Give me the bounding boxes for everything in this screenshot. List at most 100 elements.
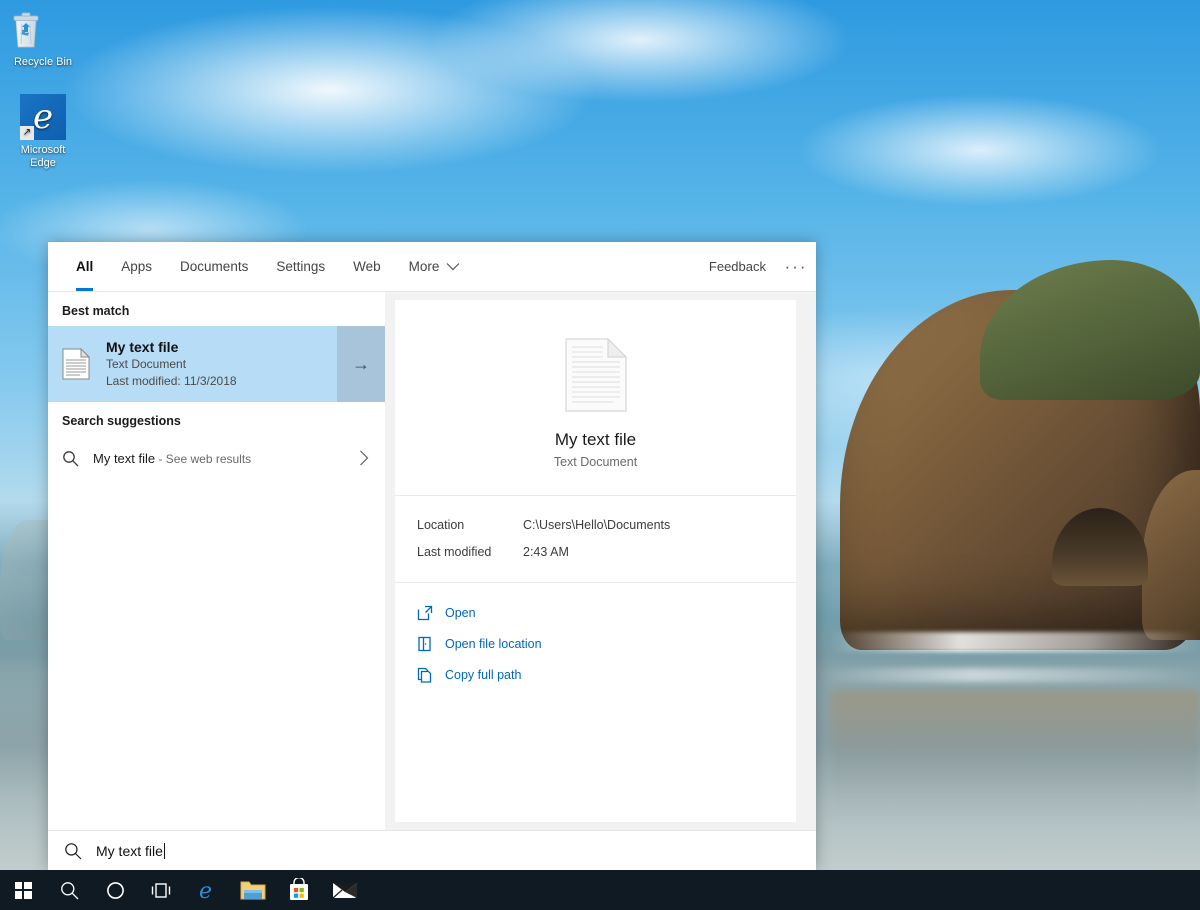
tab-documents[interactable]: Documents [166, 242, 262, 291]
tab-more[interactable]: More [395, 242, 475, 291]
metadata-label: Location [417, 512, 523, 539]
edge-icon: e [195, 878, 219, 902]
taskbar[interactable]: e [0, 870, 1200, 910]
shortcut-arrow-icon: ↗ [20, 126, 34, 140]
desktop-icon-label: Recycle Bin [14, 56, 72, 68]
best-match-text: My text file Text Document Last modified… [106, 338, 237, 390]
search-input-value: My text file [96, 843, 163, 859]
search-tab-bar: All Apps Documents Settings Web More [48, 242, 816, 292]
desktop-icon-recycle-bin[interactable]: Recycle Bin [4, 8, 82, 69]
search-panel[interactable]: All Apps Documents Settings Web More [48, 242, 816, 870]
text-caret [164, 843, 165, 859]
search-icon [60, 881, 79, 900]
windows-logo-icon [15, 882, 32, 899]
cortana-button[interactable] [92, 870, 138, 910]
edge-icon: e ↗ [4, 94, 82, 140]
best-match-subtitle: Text Document [106, 356, 237, 373]
tab-settings[interactable]: Settings [262, 242, 339, 291]
tab-bar-spacer [474, 242, 699, 291]
search-suggestion-item[interactable]: My text file - See web results [48, 436, 385, 480]
action-label: Copy full path [445, 668, 521, 682]
feedback-button[interactable]: Feedback [699, 242, 776, 291]
tab-label: Settings [276, 259, 325, 274]
tab-web[interactable]: Web [339, 242, 395, 291]
desktop-icon-microsoft-edge[interactable]: e ↗ Microsoft Edge [4, 94, 82, 170]
metadata-label: Last modified [417, 539, 523, 566]
chevron-down-icon [446, 262, 460, 271]
desktop-icon-label-line2: Edge [30, 157, 56, 169]
cortana-circle-icon [106, 881, 125, 900]
search-input[interactable]: My text file [96, 843, 165, 859]
wallpaper-rock-vegetation [980, 260, 1200, 400]
task-view-icon [150, 881, 172, 900]
open-external-icon [417, 605, 445, 621]
microsoft-store-icon [288, 878, 310, 902]
best-match-content[interactable]: My text file Text Document Last modified… [48, 326, 337, 402]
wallpaper-reflection [830, 690, 1200, 820]
wallpaper-rock-formation [840, 290, 1200, 650]
tab-label: Documents [180, 259, 248, 274]
metadata-row-location: Location C:\Users\Hello\Documents [417, 512, 774, 539]
tab-label: Web [353, 259, 381, 274]
action-label: Open [445, 606, 476, 620]
search-suggestion-text: My text file - See web results [93, 451, 359, 466]
file-explorer-icon [240, 879, 266, 901]
metadata-value: C:\Users\Hello\Documents [523, 512, 670, 539]
mail-icon [332, 880, 358, 900]
best-match-modified-date: Last modified: 11/3/2018 [106, 373, 237, 390]
action-label: Open file location [445, 637, 542, 651]
large-text-document-icon [395, 338, 796, 412]
taskbar-search-button[interactable] [46, 870, 92, 910]
tab-label: More [409, 259, 440, 274]
edge-taskbar-button[interactable]: e [184, 870, 230, 910]
preview-file-title: My text file [395, 430, 796, 450]
feedback-label: Feedback [709, 259, 766, 274]
file-explorer-taskbar-button[interactable] [230, 870, 276, 910]
chevron-right-icon [359, 450, 375, 466]
wallpaper-surf-line-2 [820, 668, 1200, 682]
search-icon [62, 450, 79, 467]
metadata-value: 2:43 AM [523, 539, 569, 566]
open-action[interactable]: Open [417, 597, 774, 628]
best-match-result-row[interactable]: My text file Text Document Last modified… [48, 326, 385, 402]
search-input-bar[interactable]: My text file [48, 830, 816, 870]
mail-taskbar-button[interactable] [322, 870, 368, 910]
best-match-expand-button[interactable]: → [337, 326, 385, 402]
copy-icon [417, 667, 445, 683]
overflow-menu-button[interactable]: ··· [776, 242, 816, 291]
svg-text:e: e [199, 879, 212, 902]
desktop[interactable]: Recycle Bin e ↗ Microsoft Edge All Apps … [0, 0, 1200, 910]
arrow-right-icon: → [352, 354, 370, 375]
start-button[interactable] [0, 870, 46, 910]
search-results-column: Best match [48, 292, 385, 830]
tab-all[interactable]: All [62, 242, 107, 291]
best-match-title: My text file [106, 338, 237, 356]
suggestion-suffix: - See web results [155, 452, 251, 466]
copy-full-path-action[interactable]: Copy full path [417, 659, 774, 690]
task-view-button[interactable] [138, 870, 184, 910]
metadata-row-last-modified: Last modified 2:43 AM [417, 539, 774, 566]
preview-file-type: Text Document [395, 455, 796, 469]
search-panel-body: Best match [48, 292, 816, 830]
search-icon [64, 842, 82, 860]
file-preview-card: My text file Text Document Location C:\U… [395, 300, 796, 822]
suggestion-query: My text file [93, 451, 155, 466]
text-document-icon [62, 348, 90, 380]
preview-hero: My text file Text Document [395, 300, 796, 496]
ellipsis-icon: ··· [785, 257, 808, 277]
tab-label: Apps [121, 259, 152, 274]
desktop-icon-label-line1: Microsoft [21, 144, 66, 156]
open-folder-icon [417, 636, 445, 652]
preview-column: My text file Text Document Location C:\U… [385, 292, 816, 830]
tab-apps[interactable]: Apps [107, 242, 166, 291]
recycle-bin-icon [4, 8, 82, 52]
microsoft-store-taskbar-button[interactable] [276, 870, 322, 910]
preview-actions: Open Open file location [395, 583, 796, 704]
preview-metadata: Location C:\Users\Hello\Documents Last m… [395, 496, 796, 583]
preview-scrollbar[interactable] [798, 300, 806, 822]
wallpaper-surf-line [830, 632, 1200, 652]
best-match-section-header: Best match [48, 292, 385, 326]
tab-label: All [76, 259, 93, 274]
wallpaper-rock-arch [1052, 508, 1148, 586]
open-file-location-action[interactable]: Open file location [417, 628, 774, 659]
